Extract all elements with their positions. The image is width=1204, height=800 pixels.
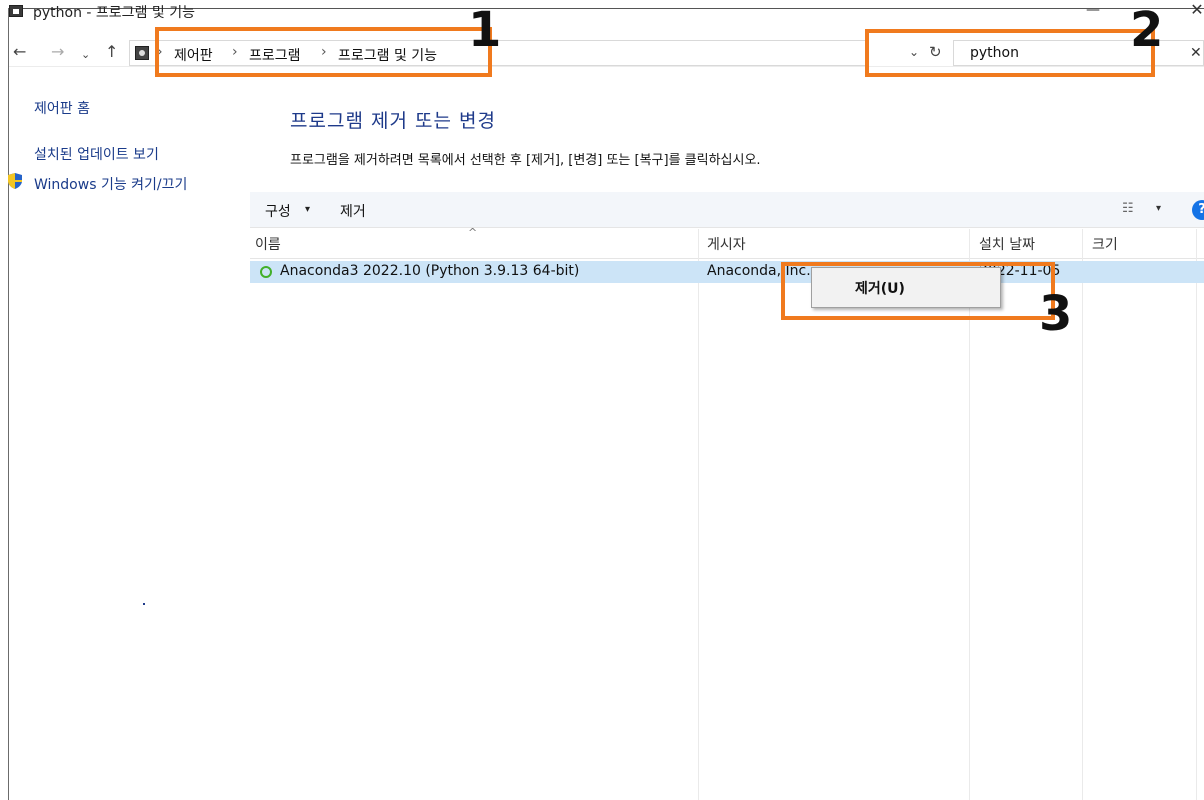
up-arrow-icon[interactable]: ↑ <box>105 44 118 60</box>
organize-button[interactable]: 구성 <box>265 201 291 221</box>
shield-icon <box>8 173 22 189</box>
page-description: 프로그램을 제거하려면 목록에서 선택한 후 [제거], [변경] 또는 [복구… <box>290 153 761 168</box>
program-name: Anaconda3 2022.10 (Python 3.9.13 64-bit) <box>280 263 580 279</box>
anaconda-icon <box>260 266 272 278</box>
sort-ascending-icon: ^ <box>468 226 478 239</box>
sidebar-item-control-panel-home[interactable]: 제어판 홈 <box>34 98 90 118</box>
clear-search-icon[interactable]: ✕ <box>1190 45 1202 61</box>
table-header: ^ 이름 게시자 설치 날짜 크기 <box>250 226 1204 259</box>
decorative-dot <box>143 603 145 605</box>
chevron-down-icon[interactable]: ▾ <box>1156 203 1161 214</box>
close-button[interactable]: ✕ <box>1189 0 1204 19</box>
title-bar: python - 프로그램 및 기능 — ✕ <box>9 0 1204 24</box>
column-divider <box>1082 229 1083 800</box>
help-icon[interactable]: ? <box>1192 200 1204 220</box>
column-divider <box>698 229 699 800</box>
annotation-label-2: 2 <box>1130 2 1164 58</box>
back-arrow-icon[interactable]: ← <box>13 44 26 60</box>
window-frame-left <box>8 8 9 800</box>
column-divider <box>1196 229 1197 800</box>
forward-arrow-icon[interactable]: → <box>51 44 64 60</box>
column-header-size[interactable]: 크기 <box>1092 234 1118 254</box>
sidebar-item-installed-updates[interactable]: 설치된 업데이트 보기 <box>34 144 159 164</box>
minimize-button[interactable]: — <box>1085 3 1101 17</box>
annotation-label-3: 3 <box>1039 286 1073 342</box>
annotation-box-breadcrumb <box>155 27 492 77</box>
control-panel-icon <box>9 5 23 17</box>
page-title: 프로그램 제거 또는 변경 <box>290 110 496 132</box>
annotation-box-context-menu <box>781 262 1055 320</box>
column-header-publisher[interactable]: 게시자 <box>707 234 746 254</box>
column-header-install-date[interactable]: 설치 날짜 <box>979 234 1035 254</box>
uninstall-button[interactable]: 제거 <box>340 201 366 221</box>
chevron-down-icon[interactable]: ▾ <box>305 204 310 215</box>
sidebar-item-windows-features[interactable]: Windows 기능 켜기/끄기 <box>34 174 187 194</box>
annotation-label-1: 1 <box>468 2 502 58</box>
window-title: python - 프로그램 및 기능 <box>33 5 195 21</box>
command-toolbar: 구성 ▾ 제거 ☷ ▾ ? <box>250 192 1204 228</box>
view-options-icon[interactable]: ☷ <box>1122 201 1134 216</box>
annotation-box-search <box>865 29 1155 77</box>
table-row[interactable]: Anaconda3 2022.10 (Python 3.9.13 64-bit)… <box>250 261 1204 283</box>
control-panel-icon <box>135 46 149 60</box>
recent-locations-icon[interactable]: ⌄ <box>81 47 90 63</box>
column-header-name[interactable]: 이름 <box>255 234 281 254</box>
